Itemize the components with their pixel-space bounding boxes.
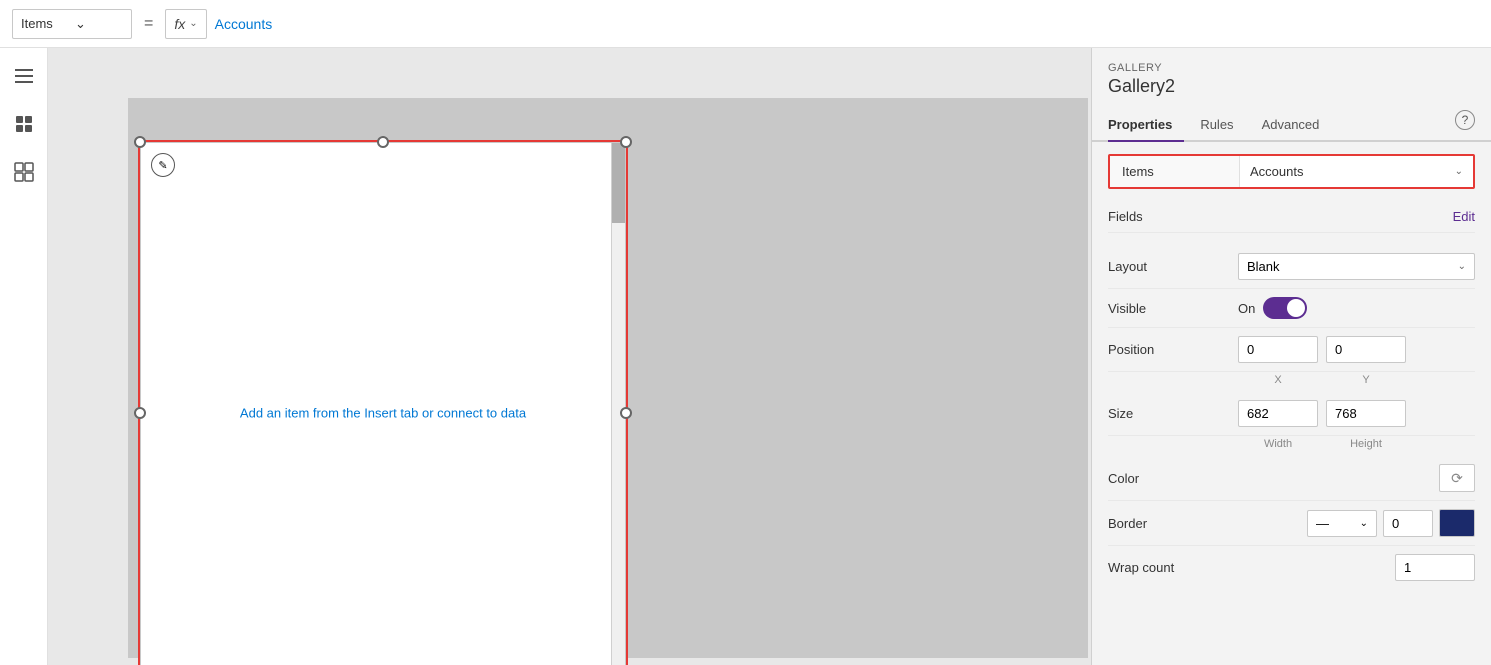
size-label: Size [1108, 406, 1238, 421]
fx-icon: fx [174, 16, 185, 32]
items-dropdown[interactable]: Items ⌄ [12, 9, 132, 39]
top-bar: Items ⌄ = fx ⌄ Accounts [0, 0, 1491, 48]
formula-value: Accounts [215, 16, 273, 32]
visible-row: Visible On [1108, 289, 1475, 328]
equals-sign: = [144, 15, 153, 33]
items-chevron-icon: ⌄ [1455, 166, 1463, 177]
sidebar-icon-components[interactable] [8, 156, 40, 188]
panel-section-label: GALLERY [1108, 62, 1475, 74]
size-sublabels: Width Height [1238, 438, 1475, 450]
border-width-input[interactable] [1383, 510, 1433, 537]
gallery-component[interactable]: ✎ Add an item from the Insert tab or con… [138, 140, 628, 665]
visible-label: Visible [1108, 301, 1238, 316]
position-sublabels: X Y [1238, 374, 1475, 386]
items-value-text: Accounts [1250, 164, 1303, 179]
border-line-select[interactable]: — ⌄ [1307, 510, 1377, 537]
position-row: Position [1108, 328, 1475, 372]
handle-top-center[interactable] [377, 136, 389, 148]
panel-tabs: Properties Rules Advanced [1092, 109, 1491, 142]
fields-label: Fields [1108, 209, 1238, 224]
help-icon[interactable]: ? [1455, 110, 1475, 130]
fx-chevron-icon: ⌄ [189, 18, 197, 29]
fields-row: Fields Edit [1108, 201, 1475, 233]
visible-toggle[interactable] [1263, 297, 1307, 319]
position-label: Position [1108, 342, 1238, 357]
gallery-placeholder-text: Add an item from the Insert tab or conne… [240, 405, 526, 420]
handle-top-left[interactable] [134, 136, 146, 148]
position-inputs [1238, 336, 1475, 363]
position-y-input[interactable] [1326, 336, 1406, 363]
color-swatch[interactable]: ⟳ [1439, 464, 1475, 492]
gallery-inner: ✎ Add an item from the Insert tab or con… [140, 142, 626, 665]
canvas-area: ✎ Add an item from the Insert tab or con… [48, 48, 1091, 665]
items-property-value[interactable]: Accounts ⌄ [1240, 156, 1473, 187]
wrap-count-row: Wrap count [1108, 546, 1475, 589]
tab-rules[interactable]: Rules [1200, 109, 1245, 142]
size-height-input[interactable] [1326, 400, 1406, 427]
border-row: Border — ⌄ [1108, 501, 1475, 546]
border-label: Border [1108, 516, 1238, 531]
size-inputs [1238, 400, 1475, 427]
size-width-label: Width [1238, 438, 1318, 450]
layout-select[interactable]: Blank ⌄ [1238, 253, 1475, 280]
layout-label: Layout [1108, 259, 1238, 274]
gallery-scrollbar[interactable] [611, 143, 625, 665]
border-color-swatch[interactable] [1439, 509, 1475, 537]
border-line-chevron-icon: ⌄ [1360, 518, 1368, 529]
items-property-label: Items [1110, 156, 1240, 187]
gallery-scrollbar-thumb[interactable] [612, 143, 625, 223]
canvas-inner: ✎ Add an item from the Insert tab or con… [128, 98, 1088, 658]
size-height-label: Height [1326, 438, 1406, 450]
sidebar-icon-layers[interactable] [8, 108, 40, 140]
sidebar-icon-hamburger[interactable] [8, 60, 40, 92]
color-swatch-container: ⟳ [1238, 464, 1475, 492]
panel-header: GALLERY Gallery2 ? [1092, 48, 1491, 103]
main-container: ✎ Add an item from the Insert tab or con… [0, 48, 1491, 665]
panel-content: Items Accounts ⌄ Fields Edit Layout Blan… [1092, 142, 1491, 665]
layout-value: Blank [1247, 259, 1280, 274]
right-panel: GALLERY Gallery2 ? Properties Rules Adva… [1091, 48, 1491, 665]
color-label: Color [1108, 471, 1238, 486]
color-row: Color ⟳ [1108, 456, 1475, 501]
visible-on-label: On [1238, 301, 1255, 316]
size-width-input[interactable] [1238, 400, 1318, 427]
handle-top-right[interactable] [620, 136, 632, 148]
visible-toggle-container: On [1238, 297, 1307, 319]
handle-mid-right[interactable] [620, 407, 632, 419]
position-x-label: X [1238, 374, 1318, 386]
size-row: Size [1108, 392, 1475, 436]
color-icon: ⟳ [1451, 470, 1463, 487]
tab-advanced[interactable]: Advanced [1262, 109, 1332, 142]
wrap-count-input[interactable] [1395, 554, 1475, 581]
handle-mid-left[interactable] [134, 407, 146, 419]
position-x-input[interactable] [1238, 336, 1318, 363]
fx-button[interactable]: fx ⌄ [165, 9, 206, 39]
layout-row: Layout Blank ⌄ [1108, 245, 1475, 289]
position-y-label: Y [1326, 374, 1406, 386]
wrap-count-label: Wrap count [1108, 560, 1238, 575]
items-dropdown-label: Items [21, 16, 69, 31]
border-line-icon: — [1316, 516, 1329, 531]
items-property-row: Items Accounts ⌄ [1108, 154, 1475, 189]
tab-properties[interactable]: Properties [1108, 109, 1184, 142]
chevron-down-icon: ⌄ [75, 16, 123, 32]
panel-title: Gallery2 [1108, 76, 1475, 97]
left-sidebar [0, 48, 48, 665]
edit-pencil-icon[interactable]: ✎ [151, 153, 175, 177]
layout-chevron-icon: ⌄ [1458, 261, 1466, 272]
fields-edit-button[interactable]: Edit [1453, 209, 1475, 224]
